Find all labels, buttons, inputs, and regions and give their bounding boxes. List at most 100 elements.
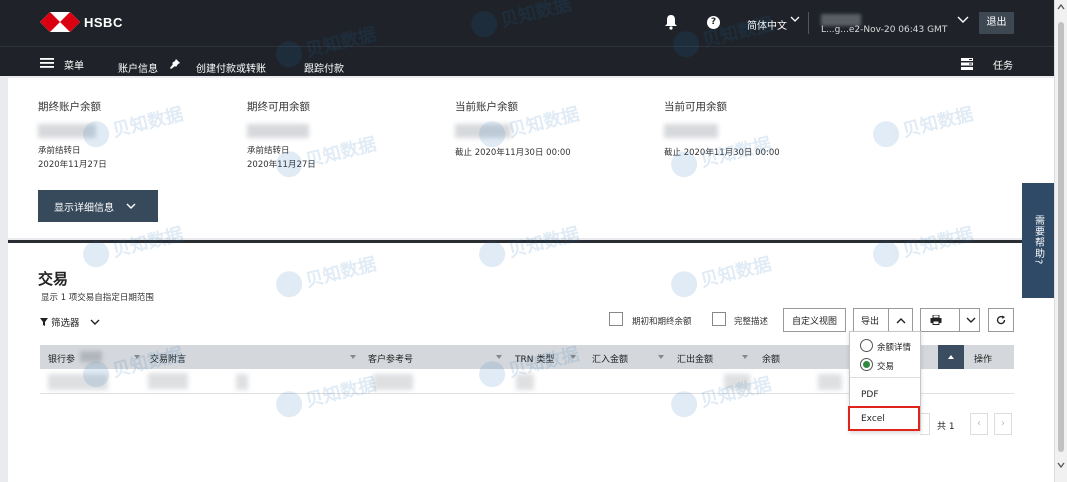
opening-closing-balance-checkbox[interactable] bbox=[609, 312, 623, 326]
logout-button[interactable]: 退出 bbox=[979, 12, 1014, 34]
print-button[interactable] bbox=[920, 308, 980, 332]
page-scrollbar[interactable] bbox=[1054, 0, 1067, 482]
language-selector[interactable]: 简体中文 bbox=[747, 17, 787, 32]
balance-value-redacted bbox=[247, 124, 309, 138]
column-header-debit-amount[interactable]: 汇出金额 bbox=[677, 352, 713, 365]
chevron-down-icon[interactable] bbox=[966, 317, 976, 324]
balance-date: 截止 2020年11月30日 00:00 bbox=[664, 148, 780, 158]
sort-caret-icon[interactable] bbox=[350, 355, 356, 359]
export-button[interactable]: 导出 bbox=[853, 308, 913, 332]
cell-redacted bbox=[148, 373, 188, 389]
nav-item-track-payment[interactable]: 跟踪付款 bbox=[304, 60, 344, 75]
column-header-bank-ref[interactable]: 银行参 bbox=[48, 352, 75, 365]
column-header-credit-amount[interactable]: 汇入金额 bbox=[592, 352, 628, 365]
scroll-up-arrow-icon[interactable] bbox=[1057, 4, 1065, 10]
export-split-divider bbox=[888, 309, 889, 331]
nav-bar: 菜单 账户信息 创建付款或转账 跟踪付款 任务 bbox=[0, 46, 1067, 81]
cell-redacted bbox=[724, 374, 750, 390]
cell-redacted bbox=[236, 374, 248, 390]
dropdown-divider bbox=[850, 377, 920, 378]
sort-caret-icon[interactable] bbox=[570, 355, 576, 359]
refresh-icon bbox=[996, 315, 1006, 325]
show-details-button[interactable]: 显示详细信息 bbox=[38, 190, 158, 222]
export-option-transactions-label[interactable]: 交易 bbox=[877, 360, 894, 372]
opening-closing-balance-label: 期初和期终余额 bbox=[632, 317, 692, 327]
scroll-down-arrow-icon[interactable] bbox=[1057, 462, 1065, 468]
chevron-down-icon[interactable] bbox=[790, 14, 800, 24]
bell-icon[interactable] bbox=[664, 14, 678, 30]
hamburger-menu-icon[interactable] bbox=[40, 58, 54, 68]
column-settings-cell[interactable] bbox=[938, 345, 964, 369]
column-header-customer-ref[interactable]: 客户参考号 bbox=[368, 352, 413, 365]
help-icon[interactable]: ? bbox=[707, 16, 720, 29]
balance-title: 期终账户余额 bbox=[38, 101, 101, 113]
full-description-checkbox[interactable] bbox=[712, 312, 726, 326]
cell-redacted bbox=[516, 374, 534, 390]
export-format-pdf[interactable]: PDF bbox=[861, 390, 879, 400]
export-option-transactions-radio[interactable] bbox=[860, 358, 873, 371]
chevron-up-icon[interactable] bbox=[896, 317, 906, 324]
balance-title: 期终可用余额 bbox=[247, 101, 310, 113]
sort-caret-icon[interactable] bbox=[496, 355, 502, 359]
tasks-icon[interactable] bbox=[961, 58, 973, 70]
printer-icon bbox=[930, 315, 942, 325]
balance-value-redacted bbox=[38, 124, 96, 138]
chevron-down-icon bbox=[126, 203, 136, 209]
funnel-icon bbox=[40, 318, 48, 326]
balance-date: 2020年11月27日 bbox=[247, 160, 316, 170]
need-help-tab[interactable]: 需要帮助? bbox=[1022, 183, 1054, 298]
balance-current-available: 当前可用余额 截止 2020年11月30日 00:00 bbox=[664, 99, 780, 158]
pager-prev-button[interactable]: ‹ bbox=[970, 413, 988, 435]
show-details-label: 显示详细信息 bbox=[54, 202, 114, 214]
hsbc-hexagon-icon bbox=[40, 12, 80, 32]
sort-caret-up-icon bbox=[948, 355, 954, 359]
column-header-redacted bbox=[80, 351, 102, 362]
tasks-label[interactable]: 任务 bbox=[993, 57, 1013, 72]
cell-redacted bbox=[48, 374, 108, 390]
custom-view-label: 自定义视图 bbox=[791, 316, 837, 327]
balance-title: 当前可用余额 bbox=[664, 101, 727, 113]
sort-caret-icon[interactable] bbox=[742, 355, 748, 359]
transactions-subtitle: 显示 1 项交易自指定日期范围 bbox=[41, 293, 154, 303]
nav-item-create-payment[interactable]: 创建付款或转账 bbox=[196, 60, 266, 75]
full-description-label: 完整描述 bbox=[734, 317, 769, 327]
menu-label[interactable]: 菜单 bbox=[64, 57, 84, 72]
refresh-button[interactable] bbox=[988, 308, 1014, 332]
brand-name: HSBC bbox=[84, 14, 123, 30]
last-login-info: L...g...e2-Nov-20 06:43 GMT bbox=[821, 25, 948, 35]
print-split-divider bbox=[959, 309, 960, 331]
cell-redacted bbox=[373, 374, 413, 390]
balance-current-ledger: 当前账户余额 截止 2020年11月30日 00:00 bbox=[455, 99, 571, 158]
user-menu-chevron-icon[interactable] bbox=[957, 14, 969, 24]
top-bar: HSBC ? 简体中文 L...g...e2-Nov-20 06:43 GMT … bbox=[0, 0, 1067, 46]
column-header-narrative[interactable]: 交易附言 bbox=[150, 352, 186, 365]
pager-next-button[interactable]: › bbox=[994, 413, 1012, 435]
balances-panel: 期终账户余额 承前结转日 2020年11月27日 期终可用余额 承前结转日 20… bbox=[8, 78, 1054, 238]
filter-toggle[interactable]: 筛选器 bbox=[40, 315, 103, 329]
header-divider bbox=[808, 12, 809, 34]
pager-total: 共 1 bbox=[937, 422, 955, 432]
pin-icon[interactable] bbox=[170, 59, 180, 69]
column-header-actions: 操作 bbox=[974, 355, 993, 365]
scrollbar-thumb[interactable] bbox=[1058, 22, 1064, 452]
balance-date: 2020年11月27日 bbox=[38, 160, 107, 170]
export-option-balance-details-label[interactable]: 余额详情 bbox=[877, 341, 911, 353]
column-header-trn-type[interactable]: TRN 类型 bbox=[515, 352, 554, 365]
page-number-input[interactable] bbox=[920, 413, 930, 435]
column-header-balance[interactable]: 余额 bbox=[762, 352, 780, 365]
sort-caret-icon[interactable] bbox=[658, 355, 664, 359]
hsbc-logo[interactable]: HSBC bbox=[40, 12, 123, 32]
need-help-label: 需要帮助? bbox=[1032, 215, 1044, 266]
custom-view-button[interactable]: 自定义视图 bbox=[783, 308, 846, 332]
sort-caret-icon[interactable] bbox=[134, 355, 140, 359]
export-option-balance-details-radio[interactable] bbox=[860, 339, 873, 352]
export-label: 导出 bbox=[861, 316, 880, 327]
transactions-title: 交易 bbox=[38, 270, 69, 288]
cell-redacted bbox=[818, 374, 842, 390]
balance-title: 当前账户余额 bbox=[455, 101, 518, 113]
balance-value-redacted bbox=[664, 124, 718, 138]
balance-sub-label: 承前结转日 bbox=[38, 146, 81, 156]
balance-closing-available: 期终可用余额 承前结转日 2020年11月27日 bbox=[247, 99, 316, 170]
balance-date: 截止 2020年11月30日 00:00 bbox=[455, 148, 571, 158]
filter-label: 筛选器 bbox=[51, 318, 80, 329]
